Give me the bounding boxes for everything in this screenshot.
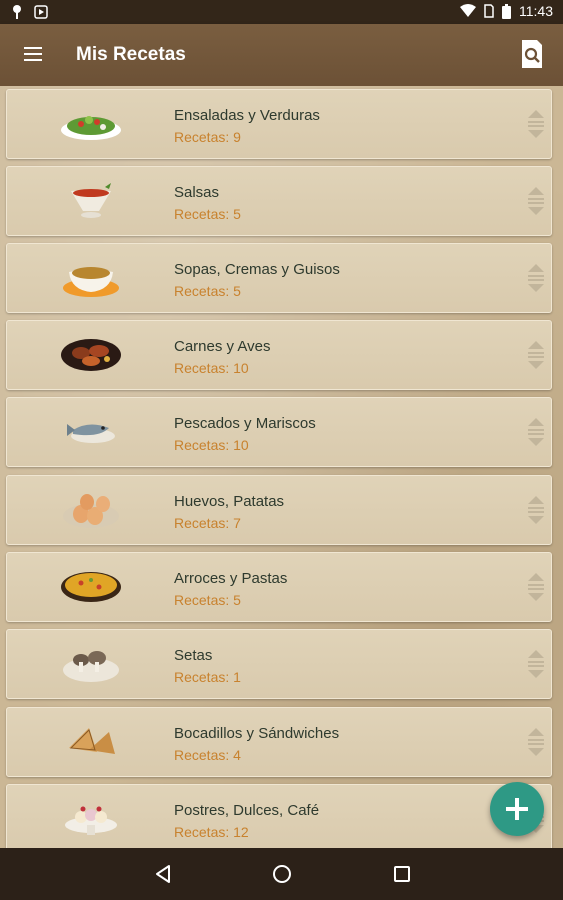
fish-icon [67, 424, 115, 443]
recipe-count: Recetas: 5 [174, 592, 241, 608]
category-name: Huevos, Patatas [174, 493, 285, 510]
back-icon[interactable] [151, 862, 175, 886]
salad-icon [61, 116, 121, 140]
home-icon[interactable] [270, 862, 294, 886]
list-item[interactable]: Arroces y Pastas Recetas: 5 [6, 552, 552, 622]
category-name: Ensaladas y Verduras [174, 107, 320, 124]
drag-handle-icon[interactable] [525, 340, 547, 370]
mushroom-icon [63, 651, 119, 682]
recipe-count: Recetas: 5 [174, 206, 241, 222]
sauce-icon [71, 183, 111, 218]
recipe-count: Recetas: 1 [174, 669, 241, 685]
drag-handle-icon[interactable] [525, 186, 547, 216]
meat-icon [61, 339, 121, 371]
list-item[interactable]: Bocadillos y Sándwiches Recetas: 4 [6, 707, 552, 777]
wifi-icon [460, 4, 476, 17]
eggs-icon [63, 494, 119, 528]
battery-icon [502, 3, 511, 19]
category-name: Arroces y Pastas [174, 570, 288, 587]
list-item[interactable]: Pescados y Mariscos Recetas: 10 [6, 397, 552, 467]
category-name: Bocadillos y Sándwiches [174, 725, 340, 742]
drag-handle-icon[interactable] [525, 572, 547, 602]
list-item[interactable]: Huevos, Patatas Recetas: 7 [6, 475, 552, 545]
recipe-count: Recetas: 7 [174, 515, 241, 531]
recipe-count: Recetas: 10 [174, 437, 249, 453]
drag-handle-icon[interactable] [525, 109, 547, 139]
app-bar: Mis Recetas [0, 24, 563, 86]
status-time: 11:43 [519, 3, 553, 19]
list-item[interactable]: Salsas Recetas: 5 [6, 166, 552, 236]
sandwich-icon [69, 728, 115, 754]
search-icon[interactable] [519, 39, 545, 69]
recents-icon[interactable] [390, 862, 414, 886]
navigation-bar [0, 848, 563, 900]
dessert-icon [65, 806, 117, 835]
drag-handle-icon[interactable] [525, 263, 547, 293]
category-name: Setas [174, 647, 213, 664]
list-item[interactable]: Carnes y Aves Recetas: 10 [6, 320, 552, 390]
category-name: Salsas [174, 184, 220, 201]
drag-handle-icon[interactable] [525, 417, 547, 447]
add-recipe-button[interactable] [490, 782, 544, 836]
app-title: Mis Recetas [76, 44, 186, 65]
recipe-count: Recetas: 10 [174, 360, 249, 376]
list-item[interactable]: Ensaladas y Verduras Recetas: 9 [6, 89, 552, 159]
list-item[interactable]: Sopas, Cremas y Guisos Recetas: 5 [6, 243, 552, 313]
play-store-notification-icon [34, 5, 48, 19]
status-bar: 11:43 [0, 0, 563, 24]
list-item[interactable]: Postres, Dulces, Café Recetas: 12 [6, 784, 552, 848]
category-list[interactable]: Ensaladas y Verduras Recetas: 9 Salsas R… [0, 86, 563, 848]
drag-handle-icon[interactable] [525, 649, 547, 679]
sim-card-icon [484, 4, 494, 18]
category-name: Carnes y Aves [174, 338, 271, 355]
list-item[interactable]: Setas Recetas: 1 [6, 629, 552, 699]
recipe-count: Recetas: 12 [174, 824, 249, 840]
category-name: Pescados y Mariscos [174, 415, 316, 432]
add-icon [506, 798, 528, 820]
category-name: Postres, Dulces, Café [174, 802, 320, 819]
pin-notification-icon [13, 5, 21, 19]
drag-handle-icon[interactable] [525, 727, 547, 757]
recipe-count: Recetas: 4 [174, 747, 241, 763]
soup-icon [63, 267, 119, 297]
drag-handle-icon[interactable] [525, 495, 547, 525]
recipe-count: Recetas: 9 [174, 129, 241, 145]
category-name: Sopas, Cremas y Guisos [174, 261, 340, 278]
recipe-count: Recetas: 5 [174, 283, 241, 299]
menu-icon[interactable] [24, 43, 48, 67]
rice-icon [61, 572, 121, 602]
